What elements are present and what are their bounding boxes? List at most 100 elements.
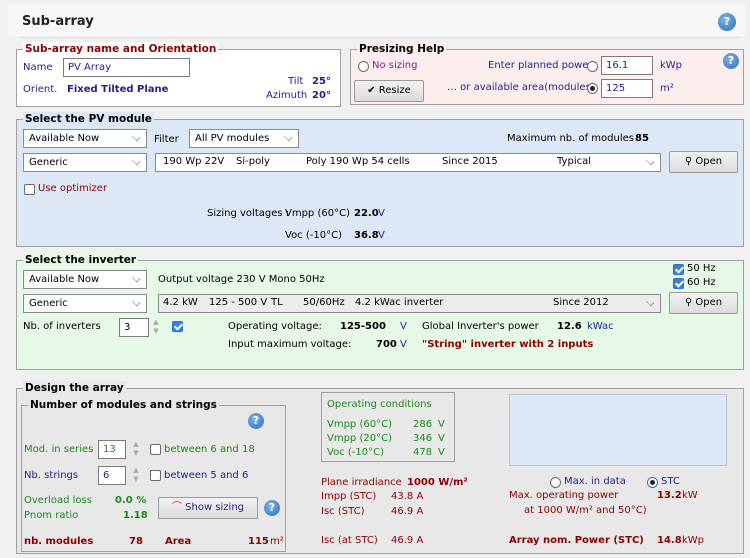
- stc-label: STC: [661, 476, 680, 487]
- planned-power-unit: kWp: [660, 60, 683, 71]
- nb-inverters-spinner[interactable]: ▲ ▼: [151, 318, 161, 337]
- inverter-open-button[interactable]: ⚲ Open: [669, 292, 738, 314]
- orient-label: Orient.: [23, 84, 58, 95]
- max-op-power-sub: at 1000 W/m² and 50°C): [524, 505, 647, 516]
- pv-availability-select[interactable]: Available Now: [23, 129, 147, 148]
- check-icon: ✔: [367, 85, 376, 96]
- input-max-voltage-value: 700: [376, 339, 397, 350]
- isc-label: Isc (STC): [321, 506, 365, 517]
- modules-strings-group: Number of modules and strings ? Mod. in …: [21, 398, 286, 552]
- mod-series-spinner[interactable]: ▲ ▼: [131, 440, 141, 459]
- no-sizing-radio[interactable]: [358, 61, 369, 72]
- voc-label: Voc (-10°C): [285, 230, 342, 241]
- mod-series-input[interactable]: 13: [98, 440, 126, 459]
- max-op-power-label: Max. operating power: [509, 490, 619, 501]
- pv-availability-value: Available Now: [29, 133, 100, 144]
- planned-power-radio[interactable]: [587, 61, 598, 72]
- nb-inverters-checkbox[interactable]: [172, 321, 183, 332]
- name-input[interactable]: PV Array: [63, 58, 190, 77]
- global-power-label: Global Inverter's power: [422, 321, 539, 332]
- max-in-data-label: Max. in data: [564, 476, 626, 487]
- presizing-legend: Presizing Help: [357, 42, 447, 56]
- hz50-checkbox[interactable]: [673, 264, 684, 275]
- plane-irradiance-value: 1000 W/m²: [407, 477, 468, 488]
- pv-module-legend: Select the PV module: [23, 112, 154, 126]
- nb-strings-range-checkbox[interactable]: [150, 470, 161, 481]
- page-header: Sub-array: [8, 4, 746, 38]
- stc-radio[interactable]: [647, 477, 658, 488]
- pv-open-button[interactable]: ⚲ Open: [669, 151, 738, 173]
- module-field: Since 2015: [442, 156, 498, 167]
- global-power-unit: kWac: [587, 321, 614, 332]
- overload-loss-value: 0.0 %: [115, 495, 147, 506]
- inverter-availability-value: Available Now: [29, 274, 100, 285]
- name-orientation-group: Sub-array name and Orientation Name PV A…: [16, 42, 341, 107]
- inverter-field: TL: [271, 297, 283, 308]
- input-max-voltage-unit: V: [400, 339, 407, 350]
- nb-inverters-input[interactable]: 3: [119, 318, 149, 337]
- resize-button-label: Resize: [378, 85, 411, 96]
- help-icon[interactable]: ?: [718, 13, 736, 31]
- name-label: Name: [23, 62, 53, 73]
- pnom-ratio-value: 1.18: [123, 510, 148, 521]
- chevron-down-icon: [131, 156, 141, 166]
- chevron-down-icon: [645, 156, 655, 166]
- inverter-availability-select[interactable]: Available Now: [23, 270, 147, 289]
- operating-voltage-value: 125-500: [340, 321, 386, 332]
- pv-manufacturer-select[interactable]: Generic: [23, 153, 147, 172]
- vmpp-value: 22.0: [354, 208, 379, 219]
- nb-modules-value: 78: [129, 536, 143, 547]
- inverter-field: 125 - 500 V: [209, 297, 268, 308]
- chevron-down-icon: [131, 297, 141, 307]
- operating-conditions-box: Operating conditions Vmpp (60°C) 286 V V…: [321, 392, 455, 462]
- hz60-checkbox[interactable]: [673, 278, 684, 289]
- sizing-graph-area: [509, 394, 727, 466]
- pv-module-group: Select the PV module Available Now Filte…: [16, 112, 744, 247]
- input-max-voltage-label: Input maximum voltage:: [228, 339, 352, 350]
- nb-strings-spinner[interactable]: ▲ ▼: [131, 466, 141, 485]
- pv-filter-select[interactable]: All PV modules: [189, 129, 299, 148]
- show-sizing-help-icon[interactable]: ?: [264, 500, 280, 516]
- module-field: Poly 190 Wp 54 cells: [306, 156, 410, 167]
- inverter-open-label: Open: [695, 297, 723, 308]
- use-optimizer-checkbox[interactable]: [24, 184, 35, 195]
- inverter-manufacturer-select[interactable]: Generic: [23, 294, 147, 313]
- operating-conditions-title: Operating conditions: [327, 399, 432, 410]
- area-input[interactable]: 125: [601, 79, 653, 98]
- max-op-power-unit: kW: [682, 490, 698, 501]
- oc-row-unit: V: [438, 419, 445, 430]
- planned-power-input[interactable]: 16.1: [601, 56, 653, 75]
- design-legend: Design the array: [23, 381, 126, 395]
- max-in-data-radio[interactable]: [550, 477, 561, 488]
- planned-power-label: Enter planned power: [488, 60, 593, 71]
- tilt-label: Tilt: [288, 76, 304, 87]
- sizing-curve-icon: ⌒: [171, 502, 182, 513]
- nb-modules-label: nb. modules: [24, 536, 94, 547]
- chevron-down-icon: [283, 132, 293, 142]
- tilt-value: 25°: [312, 76, 331, 87]
- pv-manufacturer-value: Generic: [29, 157, 68, 168]
- nb-inverters-label: Nb. of inverters: [23, 321, 101, 332]
- area-label: Area: [165, 536, 192, 547]
- overload-loss-label: Overload loss: [24, 495, 92, 506]
- resize-button[interactable]: ✔ Resize: [354, 80, 424, 102]
- inverter-field: 4.2 kWac inverter: [355, 297, 444, 308]
- inverter-group: Select the inverter Available Now Output…: [16, 253, 744, 370]
- inverter-select[interactable]: 4.2 kW 125 - 500 V TL 50/60Hz 4.2 kWac i…: [158, 294, 661, 313]
- oc-row-unit: V: [438, 433, 445, 444]
- voc-value: 36.8: [354, 230, 379, 241]
- filter-label: Filter: [154, 134, 179, 145]
- mod-series-range-checkbox[interactable]: [150, 444, 161, 455]
- pnom-ratio-label: Pnom ratio: [24, 510, 79, 521]
- max-op-power-value: 13.2: [657, 490, 682, 501]
- pv-module-select[interactable]: 190 Wp 22V Si-poly Poly 190 Wp 54 cells …: [155, 153, 661, 172]
- show-sizing-button[interactable]: ⌒ Show sizing: [158, 497, 258, 519]
- modules-help-icon[interactable]: ?: [248, 413, 264, 429]
- oc-row-label: Vmpp (60°C): [327, 419, 392, 430]
- presizing-help-icon[interactable]: ?: [723, 53, 739, 69]
- nb-strings-input[interactable]: 6: [98, 466, 126, 485]
- module-field: Si-poly: [236, 156, 270, 167]
- operating-voltage-label: Operating voltage:: [228, 321, 322, 332]
- global-power-value: 12.6: [557, 321, 582, 332]
- area-radio[interactable]: [587, 83, 598, 94]
